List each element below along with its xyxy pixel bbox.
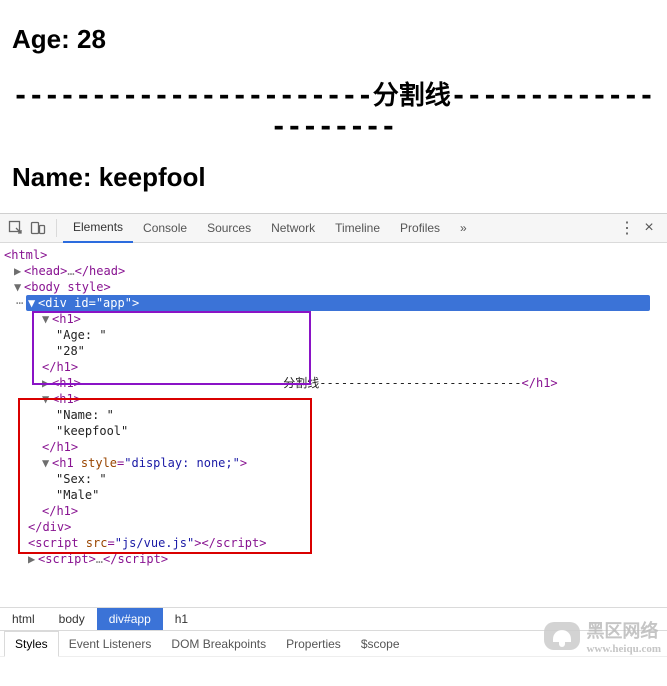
divider-text: 分割线 [373, 81, 451, 110]
dom-text-node: ---------------------------- [81, 376, 283, 390]
dom-head-open[interactable]: <head> [24, 264, 67, 278]
collapse-arrow-icon[interactable]: ▼ [42, 391, 52, 407]
ellipsis-icon: … [96, 552, 103, 566]
selection-marker-icon: ⋯ [16, 295, 23, 311]
dom-h1-close[interactable]: </h1> [42, 360, 78, 374]
dom-html-open[interactable]: <html> [4, 248, 47, 262]
dom-text-node[interactable]: "Age: " [56, 327, 663, 343]
expand-arrow-icon[interactable]: ▶ [14, 263, 24, 279]
devtools-toolbar: Elements Console Sources Network Timelin… [0, 214, 667, 243]
dom-script-open[interactable]: <script [28, 536, 86, 550]
watermark-logo-icon [544, 622, 580, 650]
dom-h1-open[interactable]: <h1> [52, 392, 81, 406]
dom-eq: = [107, 536, 114, 550]
collapse-arrow-icon[interactable]: ▼ [28, 295, 38, 311]
dom-text-node[interactable]: "keepfool" [56, 423, 663, 439]
dom-h1-open[interactable]: <h1 [52, 456, 81, 470]
dom-attr-name: src [86, 536, 108, 550]
dom-div-end: > [132, 296, 139, 310]
dom-h1-close[interactable]: </h1> [42, 440, 78, 454]
dom-text-node[interactable]: "Male" [56, 487, 663, 503]
collapse-arrow-icon[interactable]: ▼ [42, 311, 52, 327]
dom-attr-value: "display: none;" [124, 456, 240, 470]
dom-h1-close[interactable]: </h1> [522, 376, 558, 390]
elements-dom-tree[interactable]: <html> ▶<head>…</head> ▼<body style> ⋯ ▼… [0, 243, 667, 607]
dom-head-close[interactable]: </head> [75, 264, 126, 278]
toolbar-separator [56, 219, 57, 237]
heading-name: Name: keepfool [12, 162, 655, 193]
tab-console[interactable]: Console [133, 214, 197, 242]
heading-age: Age: 28 [12, 24, 655, 55]
dom-attr-value: "js/vue.js" [115, 536, 194, 550]
tab-network[interactable]: Network [261, 214, 325, 242]
tab-overflow[interactable]: » [450, 214, 477, 242]
tab-sources[interactable]: Sources [197, 214, 261, 242]
dom-selected-row[interactable]: ▼<div id="app"> [26, 295, 650, 311]
subtab-scope[interactable]: $scope [351, 632, 410, 656]
crumb-html[interactable]: html [0, 608, 47, 630]
dom-script-close[interactable]: </script> [103, 552, 168, 566]
watermark: 黑区网络 www.heiqu.com [544, 617, 661, 655]
dom-script-open[interactable]: <script> [38, 552, 96, 566]
tab-profiles[interactable]: Profiles [390, 214, 450, 242]
dom-attr-name: style [81, 456, 117, 470]
expand-arrow-icon[interactable]: ▶ [42, 375, 52, 391]
elements-subtabs: Styles Event Listeners DOM Breakpoints P… [0, 630, 667, 657]
devtools-panel: Elements Console Sources Network Timelin… [0, 213, 667, 657]
subtab-properties[interactable]: Properties [276, 632, 351, 656]
dom-script-close[interactable]: </script> [201, 536, 266, 550]
expand-arrow-icon[interactable]: ▶ [28, 551, 38, 567]
dom-text-node[interactable]: "Sex: " [56, 471, 663, 487]
dom-h1-end: > [240, 456, 247, 470]
dom-attr-value: "app" [96, 296, 132, 310]
tab-elements[interactable]: Elements [63, 213, 133, 243]
dom-h1-open[interactable]: <h1> [52, 312, 81, 326]
watermark-text-2: www.heiqu.com [586, 643, 661, 655]
tab-timeline[interactable]: Timeline [325, 214, 390, 242]
dom-div-open: <div [38, 296, 74, 310]
device-toggle-icon[interactable] [28, 218, 48, 238]
dom-text-node[interactable]: "Name: " [56, 407, 663, 423]
crumb-div-app[interactable]: div#app [97, 608, 163, 630]
ellipsis-icon: … [67, 264, 74, 278]
close-devtools-icon[interactable]: × [639, 218, 659, 238]
rendered-page: Age: 28 -----------------------分割线------… [0, 0, 667, 193]
inspect-element-icon[interactable] [6, 218, 26, 238]
collapse-arrow-icon[interactable]: ▼ [14, 279, 24, 295]
divider-dashes-left: ----------------------- [13, 81, 373, 111]
collapse-arrow-icon[interactable]: ▼ [42, 455, 52, 471]
crumb-h1[interactable]: h1 [163, 608, 200, 630]
dom-h1-close[interactable]: </h1> [42, 504, 78, 518]
heading-divider: -----------------------分割线--------------… [12, 75, 655, 142]
dom-h1-open[interactable]: <h1> [52, 376, 81, 390]
dom-text-node: ---------------------------- [319, 376, 521, 390]
dom-attr-name: id [74, 296, 88, 310]
dom-text-node: 分割线 [283, 376, 319, 390]
dom-body-open[interactable]: <body style> [24, 280, 111, 294]
dom-div-close[interactable]: </div> [28, 520, 71, 534]
more-menu-icon[interactable]: ⋮ [617, 218, 637, 238]
dom-text-node[interactable]: "28" [56, 343, 663, 359]
dom-eq: = [89, 296, 96, 310]
subtab-event-listeners[interactable]: Event Listeners [59, 632, 162, 656]
subtab-dom-breakpoints[interactable]: DOM Breakpoints [161, 632, 276, 656]
toolbar-right-controls: ⋮ × [617, 218, 661, 238]
devtools-tabs: Elements Console Sources Network Timelin… [63, 214, 477, 242]
watermark-text-1: 黑区网络 [586, 617, 661, 643]
crumb-body[interactable]: body [47, 608, 97, 630]
subtab-styles[interactable]: Styles [4, 631, 59, 657]
